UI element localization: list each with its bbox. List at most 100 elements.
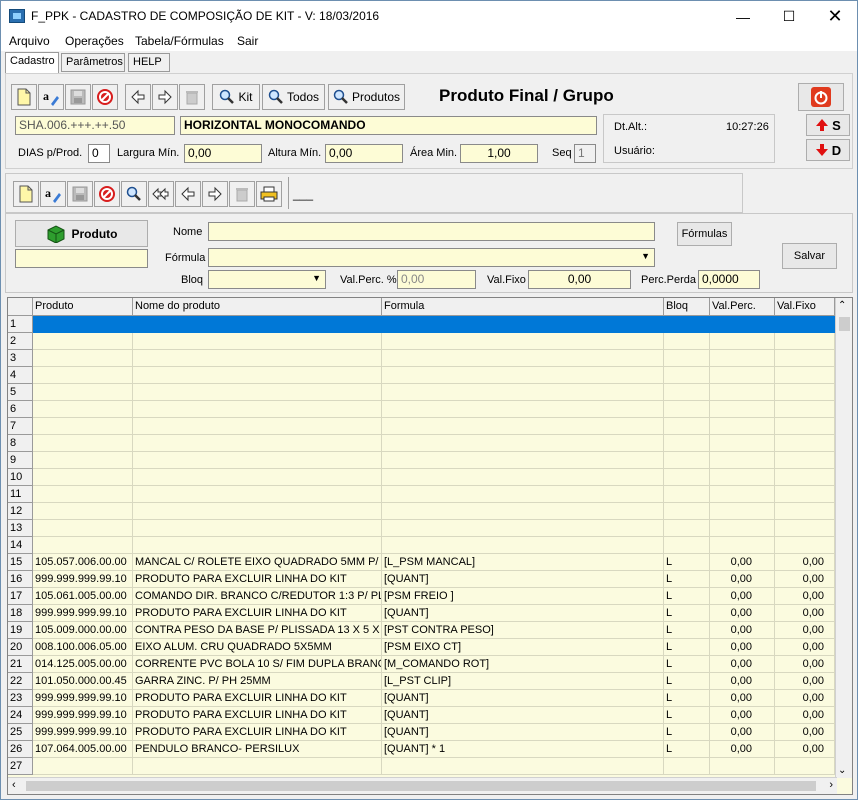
cell-nome[interactable]: PRODUTO PARA EXCLUIR LINHA DO KIT xyxy=(133,724,382,741)
cell-bloq[interactable] xyxy=(664,350,710,367)
cell-produto[interactable]: 105.009.000.00.00 xyxy=(33,622,133,639)
hscroll-thumb[interactable] xyxy=(26,781,816,791)
cell-produto[interactable]: 014.125.005.00.00 xyxy=(33,656,133,673)
exit-button[interactable] xyxy=(798,83,844,111)
grid-header-produto[interactable]: Produto xyxy=(33,298,133,316)
table-row[interactable]: 20 008.100.006.05.00 EIXO ALUM. CRU QUADRA… xyxy=(8,639,835,656)
table-row[interactable]: 1 xyxy=(8,316,835,333)
table-row[interactable]: 11 xyxy=(8,486,835,503)
cell-valperc[interactable]: 0,00 xyxy=(710,605,775,622)
table-row[interactable]: 6 xyxy=(8,401,835,418)
table-row[interactable]: 21 014.125.005.00.00 CORRENTE PVC BOLA 10 … xyxy=(8,656,835,673)
cell-bloq[interactable] xyxy=(664,435,710,452)
cell-bloq[interactable]: L xyxy=(664,690,710,707)
cell-produto[interactable]: 107.064.005.00.00 xyxy=(33,741,133,758)
cell-bloq[interactable]: L xyxy=(664,554,710,571)
cell-produto[interactable] xyxy=(33,503,133,520)
edit-button[interactable]: a xyxy=(38,84,64,110)
cell-nome[interactable] xyxy=(133,520,382,537)
cell-nome[interactable] xyxy=(133,503,382,520)
scroll-left-icon[interactable]: ‹ xyxy=(12,779,16,791)
cell-bloq[interactable]: L xyxy=(664,605,710,622)
grid-header-valperc[interactable]: Val.Perc. xyxy=(710,298,775,316)
cell-nome[interactable]: EIXO ALUM. CRU QUADRADO 5X5MM xyxy=(133,639,382,656)
scroll-up-icon[interactable]: ⌃ xyxy=(838,300,846,311)
cell-valperc[interactable] xyxy=(710,758,775,775)
cell-valperc[interactable]: 0,00 xyxy=(710,656,775,673)
table-row[interactable]: 25 999.999.999.99.10 PRODUTO PARA EXCLUIR … xyxy=(8,724,835,741)
new-button[interactable] xyxy=(11,84,37,110)
kit-button[interactable]: Kit xyxy=(212,84,260,110)
scroll-thumb[interactable] xyxy=(839,317,850,331)
close-button[interactable]: ✕ xyxy=(813,1,857,32)
menu-arquivo[interactable]: Arquivo xyxy=(9,34,50,48)
items-grid[interactable]: Produto Nome do produto Formula Bloq Val… xyxy=(7,297,853,795)
menu-tabela-formulas[interactable]: Tabela/Fórmulas xyxy=(135,34,224,48)
cell-produto[interactable] xyxy=(33,486,133,503)
cell-valfixo[interactable]: 0,00 xyxy=(775,724,835,741)
cell-produto[interactable]: 101.050.000.00.45 xyxy=(33,673,133,690)
cell-bloq[interactable] xyxy=(664,469,710,486)
cell-valfixo[interactable]: 0,00 xyxy=(775,656,835,673)
cell-valfixo[interactable]: 0,00 xyxy=(775,622,835,639)
cell-nome[interactable] xyxy=(133,758,382,775)
print-button[interactable] xyxy=(256,181,282,207)
product-description-field[interactable]: HORIZONTAL MONOCOMANDO xyxy=(180,116,597,135)
cell-formula[interactable]: [L_PSM MANCAL] xyxy=(382,554,664,571)
cell-bloq[interactable] xyxy=(664,316,710,333)
cell-produto[interactable] xyxy=(33,350,133,367)
cell-produto[interactable] xyxy=(33,401,133,418)
cell-nome[interactable]: COMANDO DIR. BRANCO C/REDUTOR 1:3 P/ PLI xyxy=(133,588,382,605)
cell-valperc[interactable] xyxy=(710,418,775,435)
vertical-scrollbar[interactable]: ⌃ ⌄ xyxy=(835,298,852,778)
cell-formula[interactable] xyxy=(382,452,664,469)
cell-formula[interactable] xyxy=(382,435,664,452)
cell-formula[interactable]: [PST CONTRA PESO] xyxy=(382,622,664,639)
cell-bloq[interactable] xyxy=(664,418,710,435)
cell-valfixo[interactable] xyxy=(775,333,835,350)
cell-formula[interactable] xyxy=(382,469,664,486)
cell-valperc[interactable] xyxy=(710,350,775,367)
cell-valfixo[interactable] xyxy=(775,758,835,775)
cell-produto[interactable]: 999.999.999.99.10 xyxy=(33,707,133,724)
cell-nome[interactable] xyxy=(133,435,382,452)
cell-nome[interactable] xyxy=(133,537,382,554)
tab-parametros[interactable]: Parâmetros xyxy=(61,53,125,72)
formula-select[interactable]: ▼ xyxy=(208,248,655,267)
cell-bloq[interactable] xyxy=(664,333,710,350)
cell-bloq[interactable] xyxy=(664,537,710,554)
cell-formula[interactable] xyxy=(382,316,664,333)
cell-formula[interactable]: [L_PST CLIP] xyxy=(382,673,664,690)
cell-produto[interactable] xyxy=(33,452,133,469)
area-field[interactable]: 1,00 xyxy=(460,144,538,163)
s-button[interactable]: S xyxy=(806,114,850,136)
cancel-item-button[interactable] xyxy=(94,181,120,207)
cell-valfixo[interactable]: 0,00 xyxy=(775,707,835,724)
cell-formula[interactable] xyxy=(382,350,664,367)
scroll-down-icon[interactable]: ⌄ xyxy=(838,765,846,776)
table-row[interactable]: 14 xyxy=(8,537,835,554)
cell-produto[interactable]: 999.999.999.99.10 xyxy=(33,690,133,707)
cell-bloq[interactable]: L xyxy=(664,622,710,639)
cell-bloq[interactable]: L xyxy=(664,588,710,605)
cell-valfixo[interactable] xyxy=(775,384,835,401)
cell-formula[interactable] xyxy=(382,384,664,401)
nome-field[interactable] xyxy=(208,222,655,241)
cell-formula[interactable]: [PSM FREIO ] xyxy=(382,588,664,605)
cell-bloq[interactable] xyxy=(664,503,710,520)
cell-produto[interactable] xyxy=(33,384,133,401)
cell-produto[interactable]: 105.061.005.00.00 xyxy=(33,588,133,605)
previous-item-button[interactable] xyxy=(175,181,201,207)
cell-bloq[interactable] xyxy=(664,367,710,384)
first-item-button[interactable] xyxy=(148,181,174,207)
cell-valfixo[interactable]: 0,00 xyxy=(775,554,835,571)
cell-nome[interactable] xyxy=(133,350,382,367)
cell-formula[interactable]: [QUANT] * 1 xyxy=(382,741,664,758)
cell-nome[interactable] xyxy=(133,401,382,418)
table-row[interactable]: 8 xyxy=(8,435,835,452)
cell-bloq[interactable] xyxy=(664,520,710,537)
tab-help[interactable]: HELP xyxy=(128,53,170,72)
tab-cadastro[interactable]: Cadastro xyxy=(5,52,59,73)
cell-produto[interactable] xyxy=(33,469,133,486)
cell-nome[interactable]: MANCAL C/ ROLETE EIXO QUADRADO 5MM P/ PL xyxy=(133,554,382,571)
